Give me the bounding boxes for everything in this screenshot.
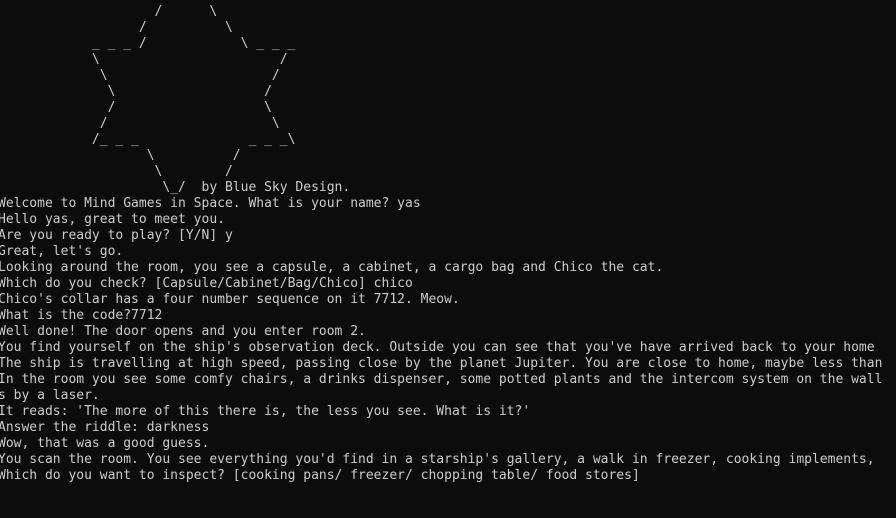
- terminal-line: Hello yas, great to meet you.: [0, 212, 225, 227]
- terminal-line: The ship is travelling at high speed, pa…: [0, 356, 883, 371]
- terminal-line: _ _ _ / \ _ _ _: [0, 36, 296, 51]
- terminal-line: You find yourself on the ship's observat…: [0, 340, 875, 355]
- terminal-line: \_/ by Blue Sky Design.: [0, 180, 351, 195]
- terminal-line: / \: [0, 116, 280, 131]
- terminal-line: \ /: [0, 84, 272, 99]
- terminal-line: What is the code?7712: [0, 308, 163, 323]
- terminal-line: Which do you want to inspect? [cooking p…: [0, 468, 640, 483]
- terminal-line: Chico's collar has a four number sequenc…: [0, 292, 460, 307]
- terminal-line: It reads: 'The more of this there is, th…: [0, 404, 531, 419]
- terminal-line: Wow, that was a good guess.: [0, 436, 210, 451]
- terminal-line: s by a laser.: [0, 388, 100, 403]
- terminal-output: / \ / \ / \ _ _ _ / \ _ _ _ \ / \ / \: [0, 0, 896, 484]
- terminal-line: Well done! The door opens and you enter …: [0, 324, 366, 339]
- terminal-line: Welcome to Mind Games in Space. What is …: [0, 196, 421, 211]
- terminal-line: / \: [0, 20, 233, 35]
- terminal-line: Which do you check? [Capsule/Cabinet/Bag…: [0, 276, 413, 291]
- terminal-line: \ /: [0, 68, 280, 83]
- terminal-line: Answer the riddle: darkness: [0, 420, 210, 435]
- terminal-line: \ /: [0, 52, 288, 67]
- terminal-line: /_ _ _ _ _ _\: [0, 132, 296, 147]
- terminal-line: / \: [0, 100, 272, 115]
- terminal-window[interactable]: / \ / \ / \ _ _ _ / \ _ _ _ \ / \ / \: [0, 0, 896, 518]
- terminal-line: \ /: [0, 148, 241, 163]
- terminal-line: \ /: [0, 164, 233, 179]
- terminal-line: In the room you see some comfy chairs, a…: [0, 372, 883, 387]
- terminal-line: Great, let's go.: [0, 244, 124, 259]
- terminal-line: Looking around the room, you see a capsu…: [0, 260, 664, 275]
- terminal-line: Are you ready to play? [Y/N] y: [0, 228, 233, 243]
- terminal-line: You scan the room. You see everything yo…: [0, 452, 875, 467]
- terminal-line: / \: [0, 4, 218, 19]
